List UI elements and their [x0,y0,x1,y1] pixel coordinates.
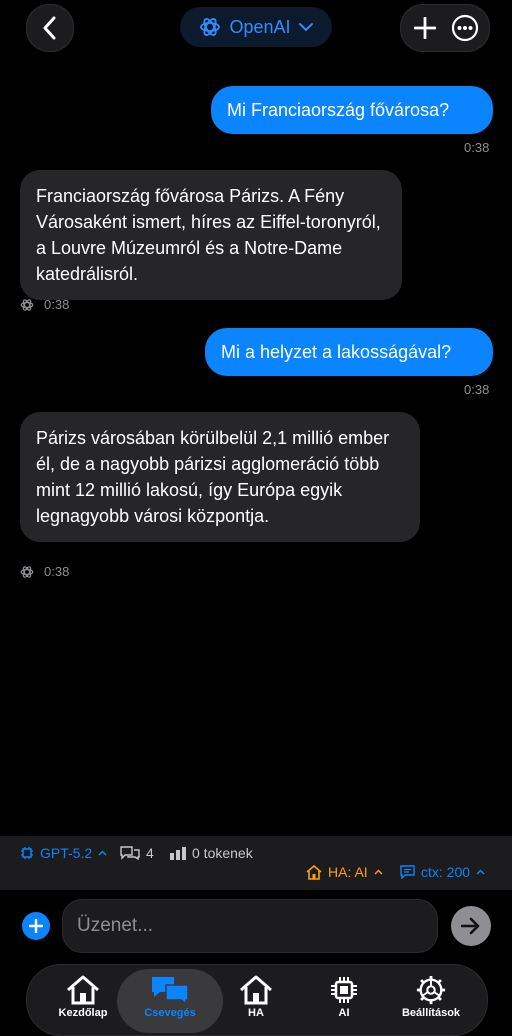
openai-icon [20,298,34,311]
message-text: Párizs városában körülbelül 2,1 millió e… [36,428,390,526]
attach-button[interactable] [22,912,50,940]
home-icon [67,975,99,1005]
tab-label: AI [338,1007,350,1019]
chat-icon [152,977,189,1005]
ha-label: HA: AI [328,864,368,880]
model-label: GPT-5.2 [40,845,93,861]
plus-icon [29,919,43,933]
more-button[interactable] [451,14,479,42]
tab-settings[interactable]: Beállítások [395,975,467,1035]
bar-chart-icon [170,846,186,860]
header-actions [400,4,490,52]
chevron-up-icon [476,869,485,875]
tab-label: HA [248,1007,264,1019]
provider-label: OpenAI [229,16,291,37]
tab-label: Kezdőlap [58,1007,108,1019]
model-selector[interactable]: GPT-5.2 [20,845,107,861]
chat-bubbles-icon [120,846,140,860]
ha-selector[interactable]: HA: AI [306,864,383,880]
message-count: 4 [120,845,154,861]
openai-icon [20,565,34,578]
message-time: 0:38 [44,564,70,579]
user-message-bubble: Mi a helyzet a lakosságával? [205,328,493,376]
chevron-down-icon [298,23,313,32]
chat-status-bar: GPT-5.2 4 0 tokenek HA: AI ctx: 200 [0,836,512,890]
tab-ha[interactable]: HA [220,975,292,1035]
more-icon [451,14,479,42]
message-text: Mi a helyzet a lakosságával? [221,341,452,362]
home-icon [240,975,272,1005]
message-time: 0:38 [464,382,490,397]
message-time: 0:38 [464,140,490,155]
chevron-left-icon [43,16,56,40]
home-icon [306,864,322,880]
back-button[interactable] [26,4,74,52]
tab-ai[interactable]: AI [308,975,380,1035]
context-label: ctx: 200 [421,864,471,880]
gear-icon [416,975,446,1005]
tab-bar: Kezdőlap Csevegés HA AI Beállítások [26,964,488,1036]
ai-message-meta: 0:38 [20,564,69,579]
chevron-up-icon [98,850,107,856]
tab-label: Csevegés [144,1007,196,1019]
token-count-value: 0 tokenek [192,845,253,861]
message-input-placeholder: Üzenet... [77,915,154,936]
plus-icon [414,17,436,39]
new-chat-button[interactable] [409,12,441,44]
token-count: 0 tokenek [170,845,253,861]
user-message-bubble: Mi Franciaország fővárosa? [211,86,493,134]
ai-message-meta: 0:38 [20,297,69,312]
chip-icon [331,977,357,1003]
tab-chat[interactable]: Csevegés [134,975,206,1035]
chevron-up-icon [374,869,383,875]
message-text: Franciaország fővárosa Párizs. A Fény Vá… [36,186,381,284]
tab-home[interactable]: Kezdőlap [47,975,119,1035]
context-selector[interactable]: ctx: 200 [400,864,485,880]
ai-message-bubble: Franciaország fővárosa Párizs. A Fény Vá… [20,170,402,300]
message-time: 0:38 [44,297,70,312]
tab-label: Beállítások [401,1007,461,1019]
message-text: Mi Franciaország fővárosa? [227,99,450,120]
send-button[interactable] [451,906,491,946]
arrow-right-icon [461,917,480,935]
ai-message-bubble: Párizs városában körülbelül 2,1 millió e… [20,412,420,542]
message-icon [400,865,415,879]
chip-icon [21,847,33,859]
message-count-value: 4 [146,845,154,861]
openai-icon [200,18,221,36]
message-input[interactable]: Üzenet... [62,899,438,953]
provider-selector[interactable]: OpenAI [180,7,332,47]
